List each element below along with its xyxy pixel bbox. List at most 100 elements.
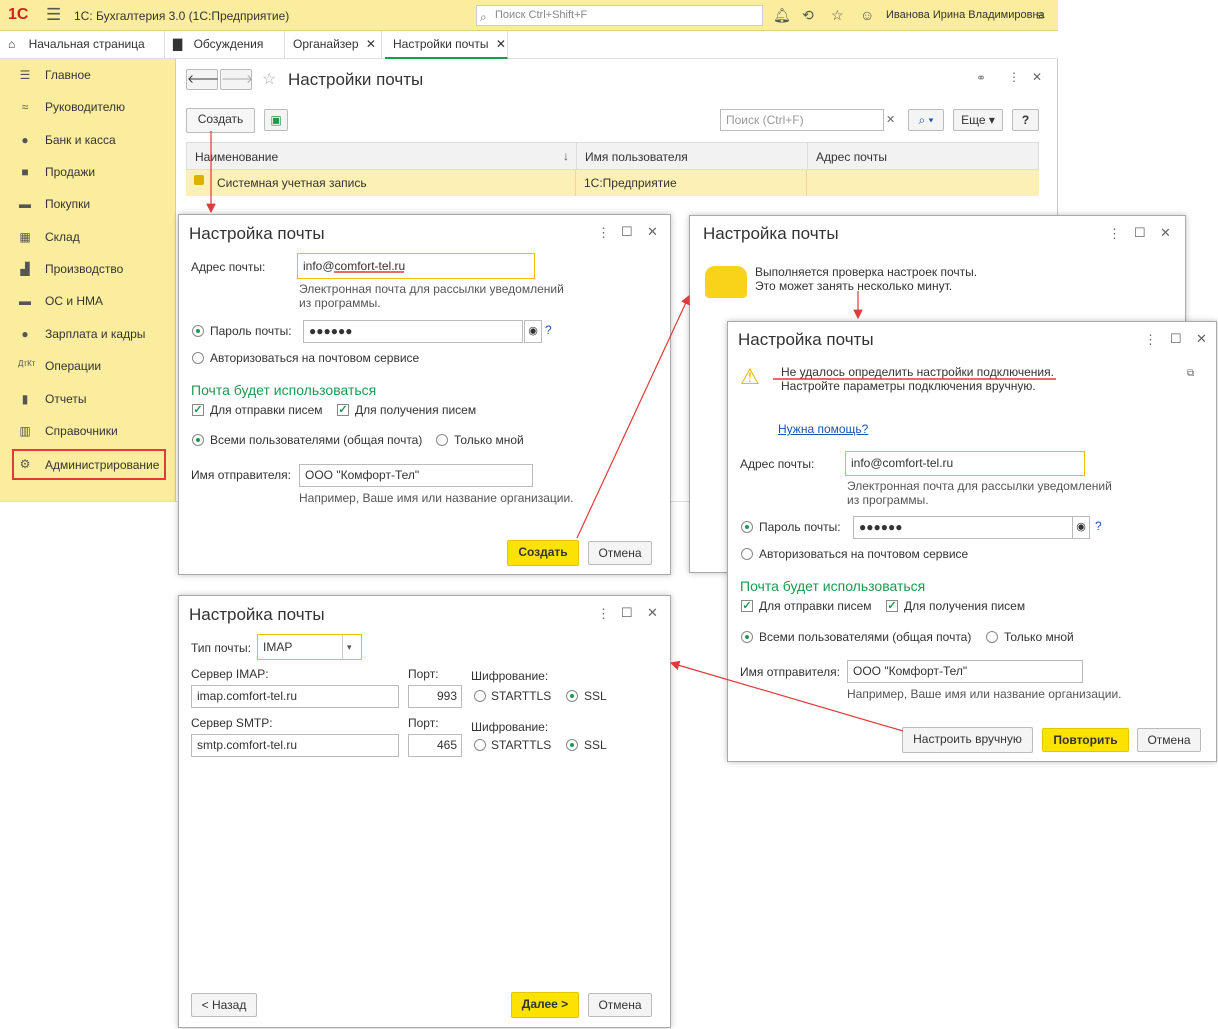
password-field[interactable]: ●●●●●● bbox=[303, 320, 523, 343]
clear-search-icon[interactable]: ✕ bbox=[886, 113, 895, 126]
maximize-icon[interactable]: ☐ bbox=[621, 224, 633, 240]
eye-icon[interactable]: ◉ bbox=[1072, 516, 1090, 539]
more-icon[interactable]: ⋮ bbox=[597, 225, 610, 241]
copy-icon[interactable]: ▣ bbox=[264, 109, 288, 131]
retry-button[interactable]: Повторить bbox=[1042, 728, 1129, 752]
only-me-radio[interactable] bbox=[986, 631, 998, 643]
sender-field[interactable]: ООО "Комфорт-Тел" bbox=[299, 464, 533, 487]
cancel-button[interactable]: Отмена bbox=[588, 993, 652, 1017]
close-icon[interactable]: ✕ bbox=[1160, 225, 1171, 241]
close-icon[interactable]: ✕ bbox=[366, 37, 376, 51]
imap-port-field[interactable]: 993 bbox=[408, 685, 462, 708]
main-menu-icon[interactable]: ☰ bbox=[46, 5, 61, 25]
close-icon[interactable]: ✕ bbox=[647, 605, 658, 621]
imap-starttls-radio[interactable] bbox=[474, 690, 486, 702]
next-button[interactable]: Далее > bbox=[511, 992, 579, 1018]
help-button[interactable]: ? bbox=[1012, 109, 1039, 131]
eye-icon[interactable]: ◉ bbox=[524, 320, 542, 343]
column-header-user[interactable]: Имя пользователя bbox=[585, 150, 688, 164]
sidebar-item-references[interactable]: ▥ Справочники bbox=[0, 415, 176, 447]
auth-service-radio[interactable] bbox=[192, 352, 204, 364]
email-field[interactable]: info@comfort-tel.ru bbox=[845, 451, 1085, 476]
smtp-port-field[interactable]: 465 bbox=[408, 734, 462, 757]
help-icon[interactable]: ? bbox=[545, 323, 552, 337]
global-search-input[interactable]: ⌕ Поиск Ctrl+Shift+F bbox=[476, 5, 763, 26]
sidebar-item-manager[interactable]: ≈ Руководителю bbox=[0, 91, 176, 123]
user-icon[interactable]: ☺ bbox=[860, 7, 874, 23]
cancel-button[interactable]: Отмена bbox=[588, 541, 652, 565]
open-icon[interactable]: ⧉ bbox=[1187, 368, 1194, 379]
send-checkbox[interactable]: ✓ bbox=[741, 600, 753, 612]
more-icon[interactable]: ⋮ bbox=[1008, 70, 1020, 84]
tab-home[interactable]: ⌂ Начальная страница bbox=[0, 31, 165, 59]
all-users-radio[interactable] bbox=[741, 631, 753, 643]
email-field[interactable]: info@comfort-tel.ru bbox=[297, 253, 535, 279]
sidebar-item-assets[interactable]: ▬ ОС и НМА bbox=[0, 285, 176, 317]
sidebar-item-salary[interactable]: ● Зарплата и кадры bbox=[0, 318, 176, 350]
close-icon[interactable]: ✕ bbox=[1196, 331, 1207, 347]
mail-type-select[interactable]: IMAP ▾ bbox=[257, 634, 362, 660]
sidebar-item-bank[interactable]: ● Банк и касса bbox=[0, 124, 176, 156]
chevron-down-icon[interactable]: ▾ bbox=[347, 635, 352, 659]
bell-icon[interactable]: 🔔︎ bbox=[773, 7, 791, 24]
close-icon[interactable]: ✕ bbox=[496, 37, 506, 51]
history-icon[interactable]: ⟲ bbox=[802, 7, 814, 24]
sidebar-item-operations[interactable]: ДтКт Операции bbox=[0, 350, 176, 382]
password-radio[interactable] bbox=[741, 521, 753, 533]
create-button[interactable]: Создать bbox=[507, 540, 579, 566]
maximize-icon[interactable]: ☐ bbox=[1134, 225, 1146, 241]
cancel-button[interactable]: Отмена bbox=[1137, 728, 1201, 752]
all-users-radio[interactable] bbox=[192, 434, 204, 446]
help-link[interactable]: Нужна помощь? bbox=[778, 422, 868, 436]
more-icon[interactable]: ⋮ bbox=[597, 606, 610, 622]
maximize-icon[interactable]: ☐ bbox=[1170, 331, 1182, 347]
manual-setup-button[interactable]: Настроить вручную bbox=[902, 727, 1033, 753]
star-icon[interactable]: ☆ bbox=[831, 7, 844, 24]
user-name[interactable]: Иванова Ирина Владимировна bbox=[886, 9, 1045, 21]
create-button[interactable]: Создать bbox=[186, 108, 255, 133]
sidebar-item-sales[interactable]: ■ Продажи bbox=[0, 156, 176, 188]
back-button[interactable]: 🡐 bbox=[186, 69, 219, 90]
send-checkbox[interactable]: ✓ bbox=[192, 404, 204, 416]
tab-organizer[interactable]: Органайзер ✕ bbox=[285, 31, 382, 59]
list-search-input[interactable]: Поиск (Ctrl+F) bbox=[720, 109, 884, 131]
password-field[interactable]: ●●●●●● bbox=[853, 516, 1073, 539]
imap-server-field[interactable]: imap.comfort-tel.ru bbox=[191, 685, 399, 708]
maximize-icon[interactable]: ☐ bbox=[621, 605, 633, 621]
close-icon[interactable]: ✕ bbox=[647, 224, 658, 240]
password-radio[interactable] bbox=[192, 325, 204, 337]
column-header-email[interactable]: Адрес почты bbox=[816, 150, 887, 164]
smtp-starttls-radio[interactable] bbox=[474, 739, 486, 751]
sidebar-item-administration[interactable]: ⚙ Администрирование bbox=[12, 449, 166, 480]
auth-service-radio[interactable] bbox=[741, 548, 753, 560]
tab-mail-settings[interactable]: Настройки почты ✕ bbox=[385, 31, 508, 59]
smtp-server-field[interactable]: smtp.comfort-tel.ru bbox=[191, 734, 399, 757]
sidebar-item-production[interactable]: ▟ Производство bbox=[0, 253, 176, 285]
sidebar-item-main[interactable]: ☰ Главное bbox=[0, 59, 176, 91]
sort-down-icon[interactable]: ↓ bbox=[563, 149, 569, 163]
imap-ssl-radio[interactable] bbox=[566, 690, 578, 702]
close-icon[interactable]: ✕ bbox=[1032, 70, 1042, 84]
sidebar-item-warehouse[interactable]: ▦ Склад bbox=[0, 221, 176, 253]
receive-checkbox[interactable]: ✓ bbox=[886, 600, 898, 612]
help-icon[interactable]: ? bbox=[1095, 519, 1102, 533]
sender-field[interactable]: ООО "Комфорт-Тел" bbox=[847, 660, 1083, 683]
receive-checkbox[interactable]: ✓ bbox=[337, 404, 349, 416]
more-button[interactable]: Еще ▾ bbox=[953, 109, 1003, 131]
sidebar-item-purchases[interactable]: ▬ Покупки bbox=[0, 188, 176, 220]
search-button[interactable]: ⌕ ▾ bbox=[908, 109, 944, 131]
more-icon[interactable]: ⋮ bbox=[1144, 332, 1157, 348]
forward-button[interactable]: 🡒 bbox=[220, 69, 253, 90]
more-icon[interactable]: ⋮ bbox=[1108, 226, 1121, 242]
only-me-radio[interactable] bbox=[436, 434, 448, 446]
favorite-star-icon[interactable]: ☆ bbox=[262, 69, 276, 89]
column-header-name[interactable]: Наименование bbox=[195, 150, 278, 164]
smtp-ssl-radio[interactable] bbox=[566, 739, 578, 751]
sidebar-item-reports[interactable]: ▮ Отчеты bbox=[0, 383, 176, 415]
back-button[interactable]: < Назад bbox=[191, 993, 257, 1017]
tab-discussions[interactable]: ▇ Обсуждения bbox=[165, 31, 285, 59]
link-icon[interactable]: ⚭ bbox=[976, 71, 986, 85]
table-row[interactable]: Системная учетная запись 1С:Предприятие bbox=[186, 170, 1039, 196]
column-divider bbox=[807, 143, 808, 169]
settings-menu-icon[interactable]: ≡ bbox=[1036, 7, 1044, 23]
